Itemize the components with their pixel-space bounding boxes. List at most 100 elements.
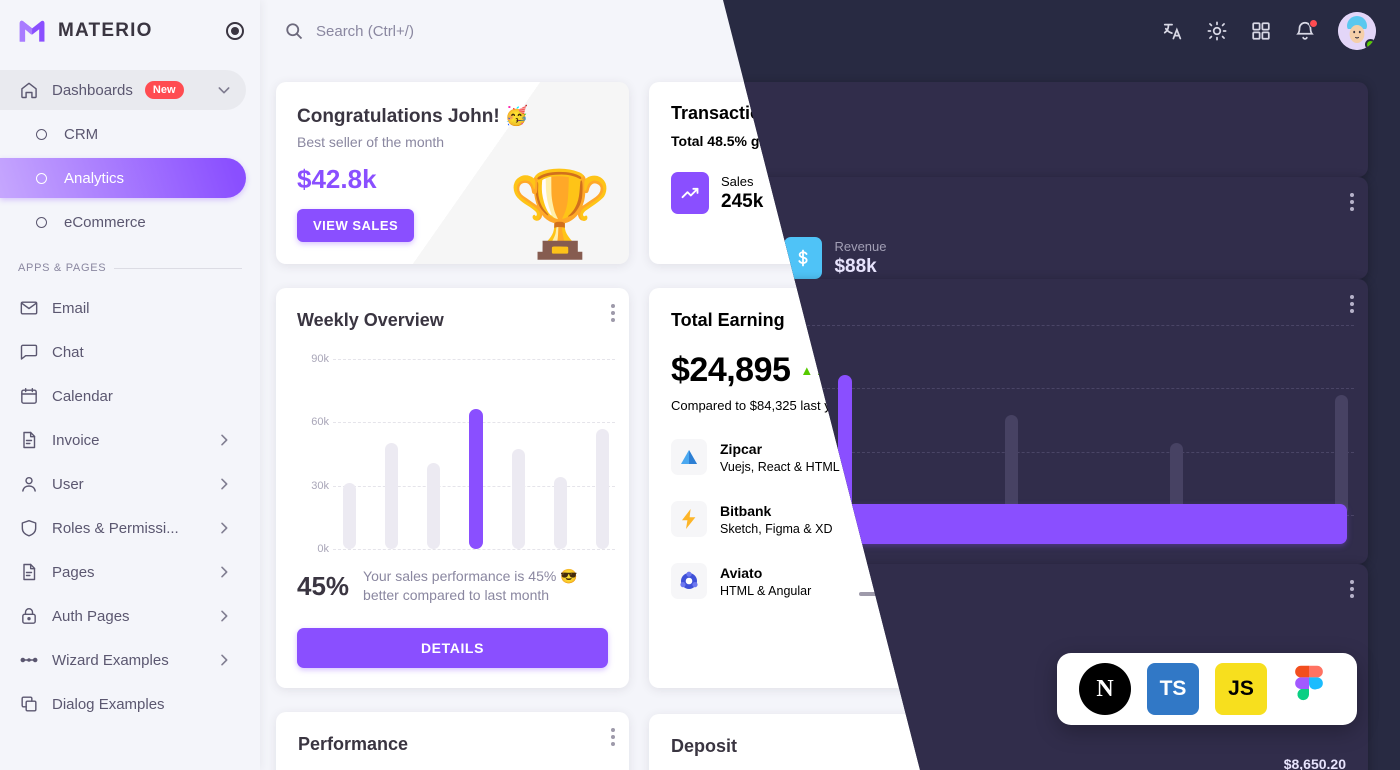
- sidebar-item-invoice[interactable]: Invoice: [0, 420, 246, 460]
- circle-target-icon[interactable]: [226, 22, 244, 40]
- search-bar[interactable]: Search (Ctrl+/): [284, 21, 414, 41]
- y-tick-label: 60k: [311, 416, 329, 429]
- chevron-right-icon[interactable]: [216, 652, 232, 668]
- brand-name: MATERIO: [58, 20, 153, 41]
- weekly-profit-delta: +42%: [1292, 401, 1324, 415]
- transactions-title: Transactions: [671, 103, 783, 123]
- deposit-card: Deposit View All: [649, 714, 999, 770]
- zipcar-logo-icon: [671, 439, 707, 475]
- weekly-details-button[interactable]: DETAILS: [297, 628, 608, 668]
- deposit-header: Deposit View All: [649, 714, 999, 757]
- withdraw-view-all-link[interactable]: View All: [1309, 739, 1354, 754]
- sidebar-item-auth-pages[interactable]: Auth Pages: [0, 596, 246, 636]
- avatar[interactable]: [1338, 12, 1376, 50]
- session-bar-fill: [1348, 591, 1355, 640]
- brand-header: MATERIO: [0, 0, 260, 62]
- sidebar-item-user[interactable]: User: [0, 464, 246, 504]
- person-icon: [823, 172, 862, 214]
- stat-value: $88k: [1207, 190, 1250, 212]
- earning-tech: Sketch, Figma & XD: [720, 521, 833, 536]
- sidebar-item-pages[interactable]: Pages: [0, 552, 246, 592]
- sidebar-item-wizard-examples[interactable]: Wizard Examples: [0, 640, 246, 680]
- javascript-logo-icon[interactable]: JS: [1215, 663, 1267, 715]
- transactions-menu-icon[interactable]: [1350, 98, 1354, 116]
- transactions-growth-text: Total 48.5% growth 😎: [671, 133, 819, 149]
- stat-value: 12.5k: [873, 190, 921, 212]
- sidebar-item-analytics[interactable]: Analytics: [0, 158, 246, 198]
- search-input[interactable]: Search (Ctrl+/): [316, 23, 414, 40]
- dollar-icon: [1157, 172, 1196, 214]
- earning-progress-fill: [859, 467, 954, 472]
- devices-icon: [996, 172, 1035, 214]
- sidebar-item-label: Pages: [52, 563, 95, 581]
- figma-logo-icon[interactable]: [1283, 663, 1335, 715]
- circle-outline-icon: [30, 123, 52, 145]
- notification-badge: [1309, 19, 1318, 28]
- sidebar-section-label: APPS & PAGES: [18, 262, 242, 274]
- language-icon[interactable]: [1162, 20, 1184, 42]
- total-profit-value: $86.4k: [1031, 306, 1090, 327]
- circle-outline-icon: [30, 167, 52, 189]
- sidebar-dashboards-group: Dashboards New CRM Analytics eCommerce: [0, 62, 260, 242]
- weekly-overview-title: Weekly Overview: [297, 310, 444, 330]
- theme-toggle-icon[interactable]: [1206, 20, 1228, 42]
- performance-title: Performance: [298, 734, 409, 754]
- notifications-bell-icon[interactable]: [1294, 19, 1318, 42]
- lock-icon: [18, 605, 40, 627]
- chevron-right-icon[interactable]: [216, 432, 232, 448]
- chevron-down-icon[interactable]: [216, 82, 232, 98]
- sidebar-item-ecommerce[interactable]: eCommerce: [0, 202, 246, 242]
- sidebar-item-roles-permissi[interactable]: Roles & Permissi...: [0, 508, 246, 548]
- sidebar-item-dashboards[interactable]: Dashboards New: [0, 70, 246, 110]
- chart-bar: [427, 463, 440, 549]
- sidebar-item-chat[interactable]: Chat: [0, 332, 246, 372]
- nextjs-logo-icon[interactable]: N: [1079, 663, 1131, 715]
- weekly-profit-menu-icon[interactable]: [1353, 304, 1357, 322]
- briefcase-icon: [1031, 522, 1071, 562]
- session-bar-fill: [1315, 605, 1323, 640]
- topbar: Search (Ctrl+/): [260, 0, 1400, 62]
- weekly-overview-menu-icon[interactable]: [611, 304, 615, 322]
- earning-progress-track: [859, 591, 977, 596]
- chart-bar: [469, 409, 483, 549]
- session-bar-track: [1282, 562, 1290, 640]
- deposit-view-all-link[interactable]: View All: [940, 739, 985, 754]
- y-tick-label: 0k: [317, 543, 329, 555]
- view-sales-button[interactable]: VIEW SALES: [297, 209, 415, 242]
- chevron-right-icon[interactable]: [216, 564, 232, 580]
- congratulations-title: Congratulations John! 🥳: [297, 106, 529, 127]
- earning-progress-fill: [859, 529, 924, 534]
- total-earning-card: Total Earning $24,895 ▲ 10% Compared to …: [649, 288, 999, 688]
- sidebar: MATERIO Dashboards New CRM Analytics eCommer…: [0, 0, 260, 770]
- gridline: [333, 549, 615, 550]
- sidebar-item-email[interactable]: Email: [0, 288, 246, 328]
- chevron-right-icon[interactable]: [216, 476, 232, 492]
- total-earning-menu-icon[interactable]: [981, 304, 985, 322]
- section-label-text: APPS & PAGES: [18, 262, 107, 274]
- performance-menu-icon[interactable]: [611, 728, 615, 746]
- stat-value: 245k: [721, 190, 764, 212]
- earning-amount: $8,650.20: [914, 504, 977, 521]
- sidebar-item-label: User: [52, 475, 84, 493]
- document-icon: [18, 561, 40, 583]
- total-profit-sparkline: [1029, 340, 1171, 416]
- chart-bar: [343, 483, 356, 549]
- chevron-right-icon[interactable]: [216, 520, 232, 536]
- apps-grid-icon[interactable]: [1250, 20, 1272, 42]
- sidebar-item-crm[interactable]: CRM: [0, 114, 246, 154]
- materio-logo-icon: [19, 20, 45, 42]
- withdraw-title: Withdraw: [1037, 736, 1118, 756]
- chevron-right-icon[interactable]: [216, 608, 232, 624]
- sidebar-item-calendar[interactable]: Calendar: [0, 376, 246, 416]
- transaction-stat: Revenue $88k: [1157, 172, 1260, 214]
- new-project-menu-icon[interactable]: [1167, 520, 1171, 538]
- transactions-subtitle: Total 48.5% growth 😎 this month: [649, 124, 1368, 150]
- trophy-icon: 🏆: [508, 167, 613, 261]
- earning-progress-fill: [859, 591, 885, 596]
- earning-row: Bitbank Sketch, Figma & XD $8,650.20: [671, 501, 977, 537]
- weekly-chart-bars: [343, 359, 609, 549]
- sidebar-item-dialog-examples[interactable]: Dialog Examples: [0, 684, 246, 724]
- shield-icon: [18, 517, 40, 539]
- tech-label: JS: [1228, 677, 1254, 700]
- typescript-logo-icon[interactable]: TS: [1147, 663, 1199, 715]
